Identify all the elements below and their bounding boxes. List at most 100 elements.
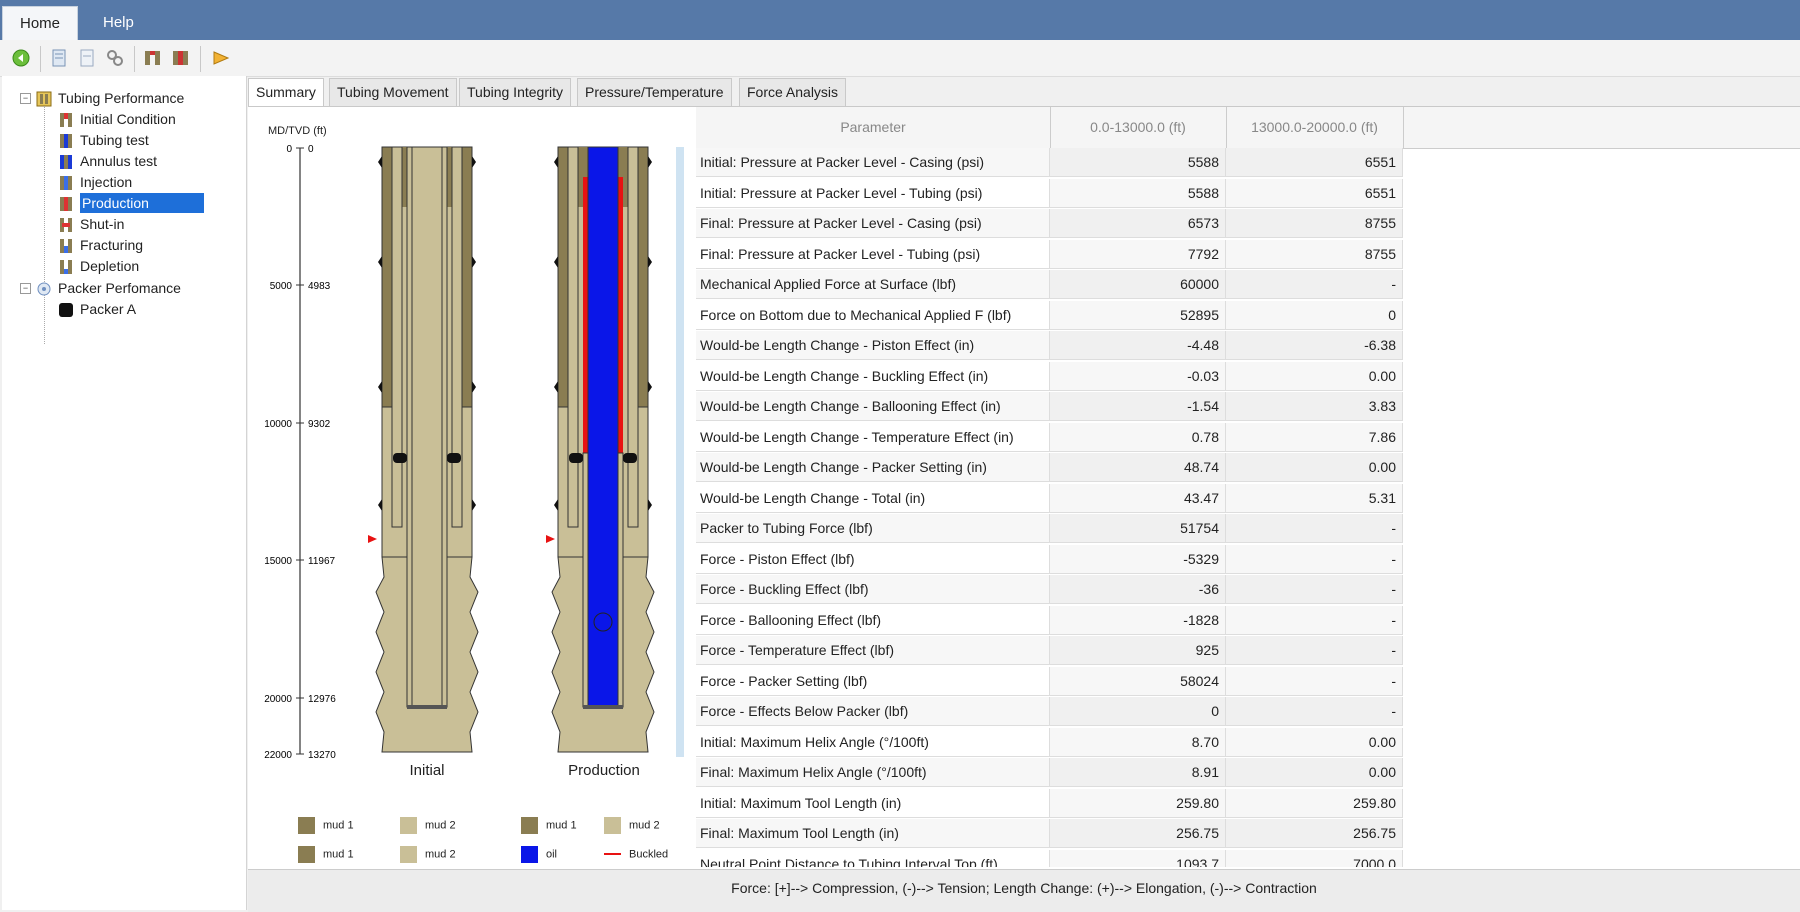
settings-icon[interactable] <box>104 47 126 69</box>
tvd-tick-label: 0 <box>308 144 314 155</box>
column-header-parameter[interactable]: Parameter <box>696 107 1051 148</box>
tree-item-packer-performance[interactable]: Packer Perfomance <box>36 278 181 298</box>
tree-item-initial-condition[interactable]: Initial Condition <box>58 109 176 129</box>
collapse-icon[interactable]: − <box>20 93 31 104</box>
table-row[interactable]: Would-be Length Change - Temperature Eff… <box>696 422 1784 453</box>
interval-1-value: -1.54 <box>1050 392 1226 421</box>
tubing-pair-red-icon[interactable] <box>170 47 192 69</box>
parameter-cell: Force - Ballooning Effect (lbf) <box>696 605 1050 635</box>
table-row[interactable]: Initial: Pressure at Packer Level - Casi… <box>696 148 1784 178</box>
interval-1-value: -1828 <box>1050 605 1226 635</box>
interval-1-value: 1093.7 <box>1050 849 1226 867</box>
toolbar <box>0 40 1800 77</box>
oil-swatch <box>521 846 538 863</box>
tree-item-tubing-performance[interactable]: Tubing Performance <box>36 88 184 108</box>
tree-guide-line <box>44 106 45 344</box>
table-row[interactable]: Neutral Point Distance to Tubing Interva… <box>696 849 1784 867</box>
tree-item-depletion[interactable]: Depletion <box>58 256 139 276</box>
parameter-cell: Force - Buckling Effect (lbf) <box>696 575 1050 604</box>
packer-shape <box>393 453 407 463</box>
tubing-performance-icon <box>36 91 52 107</box>
interval-2-value: 3.83 <box>1226 392 1403 421</box>
table-row[interactable]: Mechanical Applied Force at Surface (lbf… <box>696 270 1784 300</box>
collapse-icon[interactable]: − <box>20 283 31 294</box>
tubing-icon <box>58 238 74 254</box>
tab-summary[interactable]: Summary <box>248 78 324 107</box>
interval-2-value: 259.80 <box>1226 788 1403 818</box>
tab-force-analysis[interactable]: Force Analysis <box>739 78 847 107</box>
table-row[interactable]: Would-be Length Change - Piston Effect (… <box>696 331 1784 361</box>
parameter-cell: Initial: Pressure at Packer Level - Casi… <box>696 148 1050 177</box>
menu-tab-help[interactable]: Help <box>86 6 151 40</box>
interval-2-value: - <box>1226 575 1403 604</box>
table-row[interactable]: Force - Piston Effect (lbf) -5329- <box>696 544 1784 575</box>
interval-2-value: - <box>1226 544 1403 574</box>
parameter-cell: Force - Piston Effect (lbf) <box>696 544 1050 574</box>
buckled-swatch <box>604 846 621 863</box>
tree-item-tubing-test[interactable]: Tubing test <box>58 130 149 150</box>
page-icon[interactable] <box>48 47 70 69</box>
md-tick-label: 0 <box>286 144 292 155</box>
table-row[interactable]: Force - Temperature Effect (lbf) 925- <box>696 636 1784 666</box>
interval-2-value: - <box>1226 605 1403 635</box>
table-row[interactable]: Would-be Length Change - Buckling Effect… <box>696 361 1784 392</box>
table-row[interactable]: Final: Pressure at Packer Level - Casing… <box>696 209 1784 239</box>
interval-2-value: 0 <box>1226 300 1403 330</box>
table-row[interactable]: Final: Maximum Helix Angle (°/100ft) 8.91… <box>696 758 1784 788</box>
tab-tubing-movement[interactable]: Tubing Movement <box>329 78 457 107</box>
legend-item: mud 2 <box>400 846 456 863</box>
interval-2-value: 6551 <box>1226 178 1403 208</box>
column-header-interval-2[interactable]: 13000.0-20000.0 (ft) <box>1226 107 1404 148</box>
splitter-bar[interactable] <box>676 147 684 757</box>
diagram-label-initial: Initial <box>409 762 444 779</box>
table-row[interactable]: Initial: Pressure at Packer Level - Tubi… <box>696 178 1784 209</box>
menu-tab-home[interactable]: Home <box>2 6 79 41</box>
table-row[interactable]: Force - Effects Below Packer (lbf) 0- <box>696 697 1784 727</box>
tree-item-annulus-test[interactable]: Annulus test <box>58 151 157 171</box>
md-tick-label: 15000 <box>264 556 292 567</box>
interval-1-value: 7792 <box>1050 239 1226 269</box>
parameter-cell: Would-be Length Change - Temperature Eff… <box>696 422 1050 452</box>
production-well-schematic <box>546 146 655 753</box>
tree-item-fracturing[interactable]: Fracturing <box>58 235 143 255</box>
table-row[interactable]: Final: Maximum Tool Length (in) 256.75 256… <box>696 819 1784 849</box>
results-table: Parameter 0.0-13000.0 (ft) 13000.0-20000… <box>696 107 1800 867</box>
packer-performance-icon <box>36 281 52 297</box>
table-row[interactable]: Force - Ballooning Effect (lbf) -1828- <box>696 605 1784 636</box>
run-icon[interactable] <box>210 47 232 69</box>
mud1-swatch <box>521 817 538 834</box>
column-header-interval-1[interactable]: 0.0-13000.0 (ft) <box>1050 107 1227 148</box>
interval-2-value: - <box>1226 514 1403 543</box>
table-row[interactable]: Would-be Length Change - Ballooning Effe… <box>696 392 1784 422</box>
table-row[interactable]: Initial: Maximum Helix Angle (°/100ft) 8.… <box>696 727 1784 758</box>
table-row[interactable]: Would-be Length Change - Packer Setting … <box>696 453 1784 483</box>
tree-item-production[interactable]: Production <box>58 193 204 213</box>
tree-item-injection[interactable]: Injection <box>58 172 132 192</box>
legend-item: mud 2 <box>604 817 660 834</box>
table-row[interactable]: Force - Buckling Effect (lbf) -36- <box>696 575 1784 605</box>
table-row[interactable]: Force - Packer Setting (lbf) 58024- <box>696 666 1784 697</box>
parameter-cell: Final: Maximum Tool Length (in) <box>696 819 1050 848</box>
tree-item-shut-in[interactable]: Shut-in <box>58 214 124 234</box>
table-row[interactable]: Initial: Maximum Tool Length (in) 259.80 2… <box>696 788 1784 819</box>
table-row[interactable]: Packer to Tubing Force (lbf) 51754- <box>696 514 1784 544</box>
page-blank-icon[interactable] <box>76 47 98 69</box>
tree-item-packer-a[interactable]: Packer A <box>58 299 136 319</box>
packer-shape <box>447 453 461 463</box>
tab-pressure-temperature[interactable]: Pressure/Temperature <box>577 78 732 107</box>
legend-item: mud 1 <box>298 817 354 834</box>
interval-2-value: 0.00 <box>1226 727 1403 757</box>
tubing-icon <box>58 217 74 233</box>
tubing-icon <box>58 175 74 191</box>
table-row[interactable]: Force on Bottom due to Mechanical Applie… <box>696 300 1784 331</box>
interval-1-value: 259.80 <box>1050 788 1226 818</box>
back-icon[interactable] <box>10 47 32 69</box>
table-row[interactable]: Final: Pressure at Packer Level - Tubing… <box>696 239 1784 270</box>
tubing-pair-icon[interactable] <box>142 47 164 69</box>
parameter-cell: Mechanical Applied Force at Surface (lbf… <box>696 270 1050 299</box>
legend-item: mud 2 <box>400 817 456 834</box>
table-row[interactable]: Would-be Length Change - Total (in) 43.47… <box>696 483 1784 514</box>
mud1-swatch <box>298 846 315 863</box>
interval-1-value: 6573 <box>1050 209 1226 238</box>
tab-tubing-integrity[interactable]: Tubing Integrity <box>459 78 571 107</box>
